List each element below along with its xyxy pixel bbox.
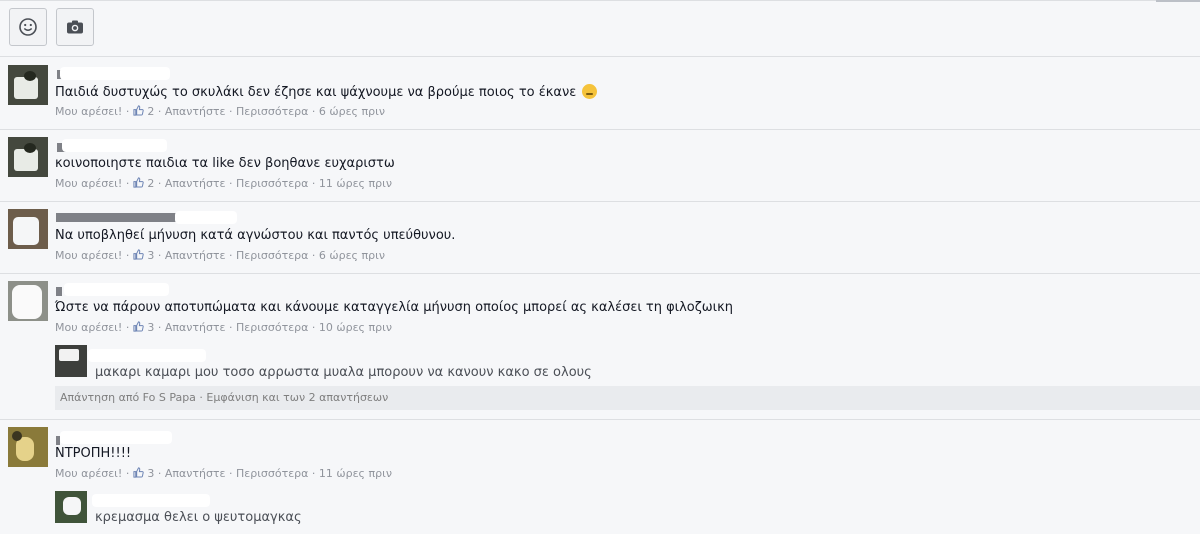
divider: [0, 273, 1200, 274]
comment-actions: Μου αρέσει! · 3 · Απαντήστε · Περισσότερ…: [55, 467, 392, 481]
redaction: [60, 67, 170, 80]
comment-text: Να υποβληθεί μήνυση κατά αγνώστου και πα…: [55, 228, 456, 243]
divider: [0, 129, 1200, 130]
divider: [0, 419, 1200, 420]
separator: ·: [157, 467, 165, 480]
separator: ·: [311, 177, 319, 190]
separator: ·: [125, 249, 133, 262]
more-link[interactable]: Περισσότερα: [236, 467, 308, 480]
separator: ·: [125, 321, 133, 334]
separator: ·: [229, 105, 236, 118]
redaction: [175, 211, 237, 224]
more-link[interactable]: Περισσότερα: [236, 249, 308, 262]
separator: ·: [311, 467, 319, 480]
avatar[interactable]: [8, 65, 48, 105]
separator: ·: [229, 249, 236, 262]
timestamp[interactable]: 11 ώρες πριν: [319, 177, 392, 190]
thumbs-up-icon: [133, 177, 144, 188]
divider: [0, 201, 1200, 202]
comment-text: Παιδιά δυστυχώς το σκυλάκι δεν έζησε και…: [55, 84, 598, 101]
separator: ·: [157, 321, 165, 334]
timestamp[interactable]: 6 ώρες πριν: [319, 105, 385, 118]
reply-link[interactable]: Απαντήστε: [165, 321, 226, 334]
redaction: [88, 349, 206, 362]
thumbs-up-icon: [133, 467, 144, 478]
reply-link[interactable]: Απαντήστε: [165, 177, 226, 190]
separator: ·: [157, 249, 165, 262]
comment-actions: Μου αρέσει! · 3 · Απαντήστε · Περισσότερ…: [55, 249, 385, 263]
avatar[interactable]: [8, 209, 48, 249]
separator: ·: [229, 177, 236, 190]
sad-face-emoji: [582, 84, 598, 99]
view-replies-link[interactable]: Απάντηση από Fo S Papa · Εμφάνιση και τω…: [55, 386, 1200, 410]
reply-link[interactable]: Απαντήστε: [165, 249, 226, 262]
thumbs-up-icon: [133, 321, 144, 332]
like-count[interactable]: 3: [147, 321, 154, 334]
separator: ·: [125, 105, 133, 118]
top-border: [0, 0, 1200, 1]
divider: [0, 56, 1200, 57]
comment-actions: Μου αρέσει! · 2 · Απαντήστε · Περισσότερ…: [55, 105, 385, 119]
like-count[interactable]: 3: [147, 249, 154, 262]
thumbs-up-icon: [133, 249, 144, 260]
redaction: [92, 494, 210, 507]
more-link[interactable]: Περισσότερα: [236, 177, 308, 190]
comment-text: Ώστε να πάρουν αποτυπώματα και κάνουμε κ…: [55, 300, 733, 315]
timestamp[interactable]: 11 ώρες πριν: [319, 467, 392, 480]
reply-text: μακαρι καμαρι μου τοσο αρρωστα μυαλα μπο…: [95, 365, 592, 380]
more-link[interactable]: Περισσότερα: [236, 105, 308, 118]
reply-avatar[interactable]: [55, 491, 87, 523]
comment-actions: Μου αρέσει! · 3 · Απαντήστε · Περισσότερ…: [55, 321, 392, 335]
like-count[interactable]: 2: [147, 105, 154, 118]
top-border-accent: [1156, 0, 1200, 2]
separator: ·: [229, 467, 236, 480]
redaction: [60, 431, 172, 444]
timestamp[interactable]: 10 ώρες πριν: [319, 321, 392, 334]
separator: ·: [311, 321, 319, 334]
avatar[interactable]: [8, 137, 48, 177]
timestamp[interactable]: 6 ώρες πριν: [319, 249, 385, 262]
camera-icon: [67, 20, 83, 34]
separator: ·: [157, 177, 165, 190]
reply-text: κρεμασμα θελει ο ψευτομαγκας: [95, 510, 302, 525]
photo-button[interactable]: [56, 8, 94, 46]
redaction: [62, 139, 167, 152]
avatar[interactable]: [8, 281, 48, 321]
commenter-name[interactable]: [56, 287, 62, 296]
avatar[interactable]: [8, 427, 48, 467]
comment-actions: Μου αρέσει! · 2 · Απαντήστε · Περισσότερ…: [55, 177, 392, 191]
like-count[interactable]: 3: [147, 467, 154, 480]
like-count[interactable]: 2: [147, 177, 154, 190]
more-link[interactable]: Περισσότερα: [236, 321, 308, 334]
like-link[interactable]: Μου αρέσει!: [55, 177, 122, 190]
redaction: [64, 283, 169, 296]
comment-text: κοινοποιηστε παιδια τα like δεν βοηθανε …: [55, 156, 395, 171]
separator: ·: [311, 105, 319, 118]
comment-text: ΝΤΡΟΠΗ!!!!: [55, 446, 132, 461]
separator: ·: [125, 467, 133, 480]
separator: ·: [311, 249, 319, 262]
like-link[interactable]: Μου αρέσει!: [55, 321, 122, 334]
like-link[interactable]: Μου αρέσει!: [55, 467, 122, 480]
like-link[interactable]: Μου αρέσει!: [55, 249, 122, 262]
reply-avatar[interactable]: [55, 345, 87, 377]
separator: ·: [125, 177, 133, 190]
separator: ·: [229, 321, 236, 334]
thumbs-up-icon: [133, 105, 144, 116]
reply-link[interactable]: Απαντήστε: [165, 467, 226, 480]
separator: ·: [157, 105, 165, 118]
emoji-button[interactable]: [9, 8, 47, 46]
smiley-face-icon: [19, 18, 37, 36]
reply-link[interactable]: Απαντήστε: [165, 105, 226, 118]
like-link[interactable]: Μου αρέσει!: [55, 105, 122, 118]
